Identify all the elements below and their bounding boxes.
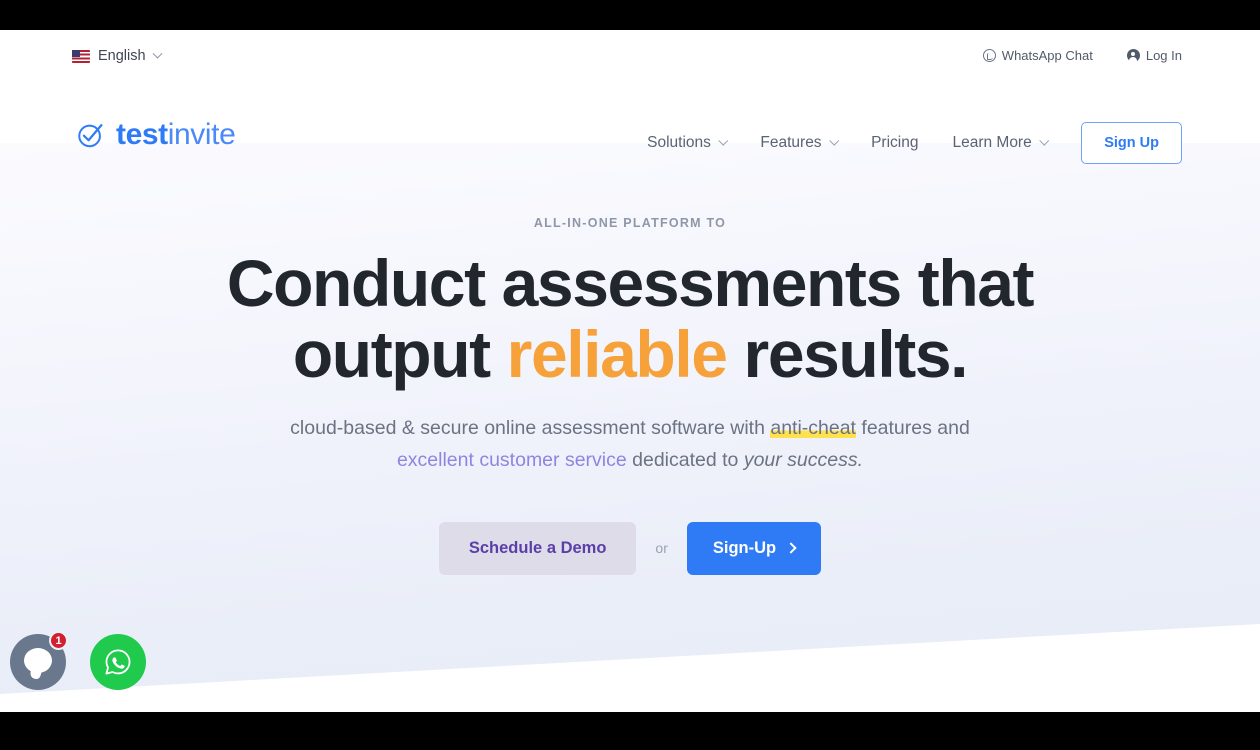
chat-bubble-icon [24,648,52,673]
subtitle-highlight-anticheat: anti-cheat [770,417,856,440]
nav-label-pricing: Pricing [871,134,919,151]
language-selector[interactable]: English [72,48,163,64]
hero-content: ALL-IN-ONE PLATFORM TO Conduct assessmen… [0,143,1260,575]
main-navigation: Solutions Features Pricing Learn More Si… [630,122,1182,164]
nav-item-pricing[interactable]: Pricing [854,134,935,152]
language-label: English [98,48,146,64]
login-link[interactable]: Log In [1126,48,1182,63]
whatsapp-chat-link[interactable]: WhatsApp Chat [982,48,1093,63]
nav-label-solutions: Solutions [647,134,711,151]
floating-chat-widgets: 1 [10,631,146,690]
chevron-down-icon [718,135,728,145]
hero-section: ALL-IN-ONE PLATFORM TO Conduct assessmen… [0,143,1260,712]
web-page: English WhatsApp Chat Log In testinvite … [0,30,1260,712]
subtitle-purple-phrase: excellent customer service [396,449,627,471]
arrow-right-icon [785,542,797,554]
headline-line-2-suffix: results. [726,316,969,391]
logo-text-bold: test [116,118,168,151]
login-label: Log In [1145,48,1182,63]
chat-widget-button[interactable]: 1 [10,631,68,690]
check-circle-icon [78,124,103,148]
letterbox-bottom [0,712,1260,750]
logo-text-light: invite [167,118,236,151]
page-title: Conduct assessments that output reliable… [0,248,1260,389]
utility-links: WhatsApp Chat Log In [982,48,1182,63]
nav-label-features: Features [760,134,822,151]
nav-item-learn-more[interactable]: Learn More [935,134,1064,152]
letterbox-top [0,0,1260,30]
hero-bottom-wedge [0,624,1260,712]
site-logo[interactable]: testinvite [76,118,236,151]
whatsapp-icon [982,49,996,62]
headline-line-2-prefix: output [292,316,507,391]
whatsapp-widget-button[interactable] [90,634,146,690]
hero-signup-label: Sign-Up [712,538,777,557]
site-header: English WhatsApp Chat Log In testinvite … [0,30,1260,164]
logo-wordmark: testinvite [116,118,236,151]
nav-item-features[interactable]: Features [743,134,854,152]
whatsapp-chat-label: WhatsApp Chat [1001,48,1093,63]
headline-highlight-word: reliable [506,316,728,391]
hero-eyebrow: ALL-IN-ONE PLATFORM TO [533,216,727,230]
utility-bar: English WhatsApp Chat Log In [0,30,1260,75]
chat-unread-badge: 1 [49,631,68,650]
subtitle-line-2-mid: dedicated to [626,449,744,471]
schedule-demo-button[interactable]: Schedule a Demo [438,521,637,575]
hero-signup-button[interactable]: Sign-Up [686,521,822,575]
subtitle-line-1-prefix: cloud-based & secure online assessment s… [290,417,771,440]
chevron-down-icon [152,48,163,59]
subtitle-italic-phrase: your success. [743,449,864,471]
nav-label-learn-more: Learn More [952,134,1032,151]
header-signup-button[interactable]: Sign Up [1081,122,1182,164]
hero-cta-row: Schedule a Demo or Sign-Up [0,521,1260,575]
user-account-icon [1126,49,1140,62]
nav-item-solutions[interactable]: Solutions [630,134,743,152]
headline-line-1: Conduct assessments that [226,246,1035,320]
subtitle-line-1-suffix: features and [855,417,970,440]
chevron-down-icon [1039,135,1049,145]
cta-or-separator: or [655,540,668,557]
chevron-down-icon [829,135,839,145]
whatsapp-icon [105,649,131,675]
hero-subtitle: cloud-based & secure online assessment s… [0,413,1260,477]
us-flag-icon [72,49,90,63]
